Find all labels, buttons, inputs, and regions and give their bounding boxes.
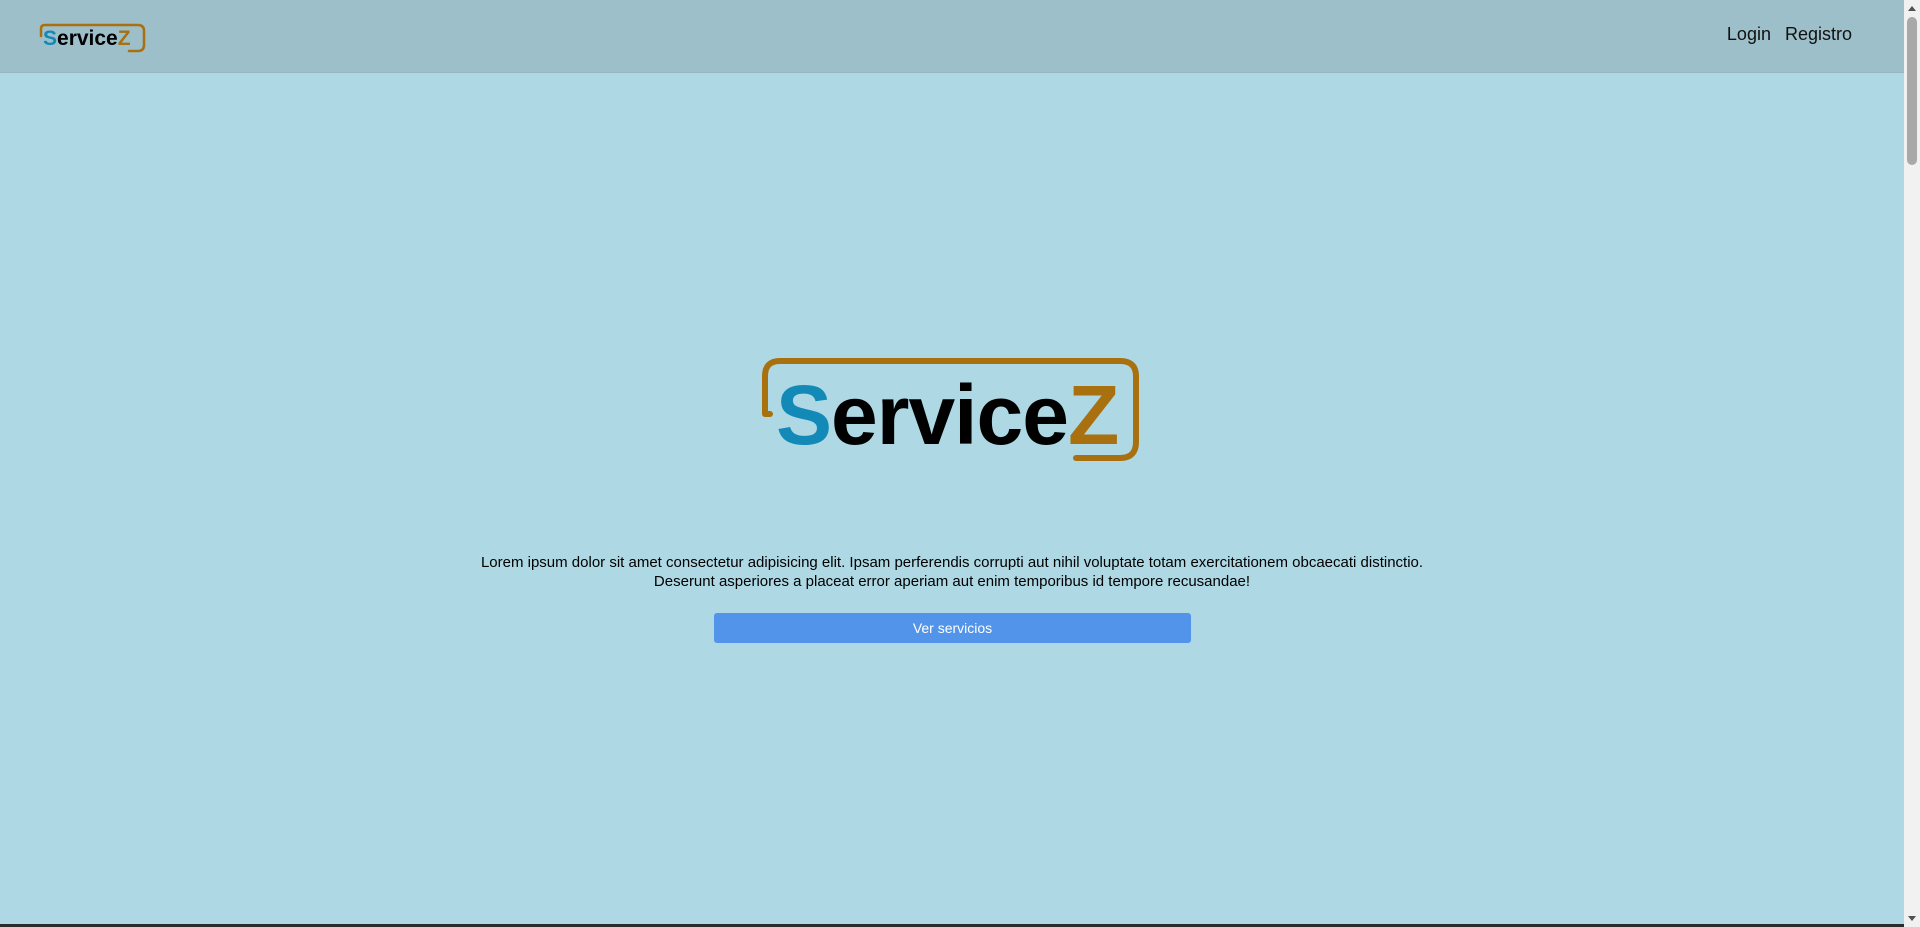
hero-description: Lorem ipsum dolor sit amet consectetur a… [480,554,1424,590]
hero-logo-rest: ervice [831,368,1068,462]
page-viewport: ServiceZ Login Registro ServiceZ Lorem i… [0,0,1904,927]
navbar-logo-z: Z [118,27,131,50]
hero-logo-s: S [776,368,831,462]
scroll-thumb[interactable] [1907,17,1917,165]
login-link[interactable]: Login [1727,24,1771,45]
navbar-logo-s: S [43,27,57,50]
svg-text:ServiceZ: ServiceZ [43,27,131,50]
navbar-logo[interactable]: ServiceZ [37,23,147,53]
nav-links: Login Registro [1727,24,1852,45]
ver-servicios-button[interactable]: Ver servicios [714,613,1191,643]
navbar: ServiceZ Login Registro [0,0,1904,73]
svg-text:ServiceZ: ServiceZ [776,368,1118,462]
hero-logo-z: Z [1068,368,1118,462]
vertical-scrollbar[interactable] [1904,0,1920,927]
hero-logo: ServiceZ [762,358,1139,462]
scroll-up-icon[interactable] [1908,6,1916,11]
registro-link[interactable]: Registro [1785,24,1852,45]
scroll-down-icon[interactable] [1908,916,1916,921]
navbar-logo-rest: ervice [57,27,118,50]
